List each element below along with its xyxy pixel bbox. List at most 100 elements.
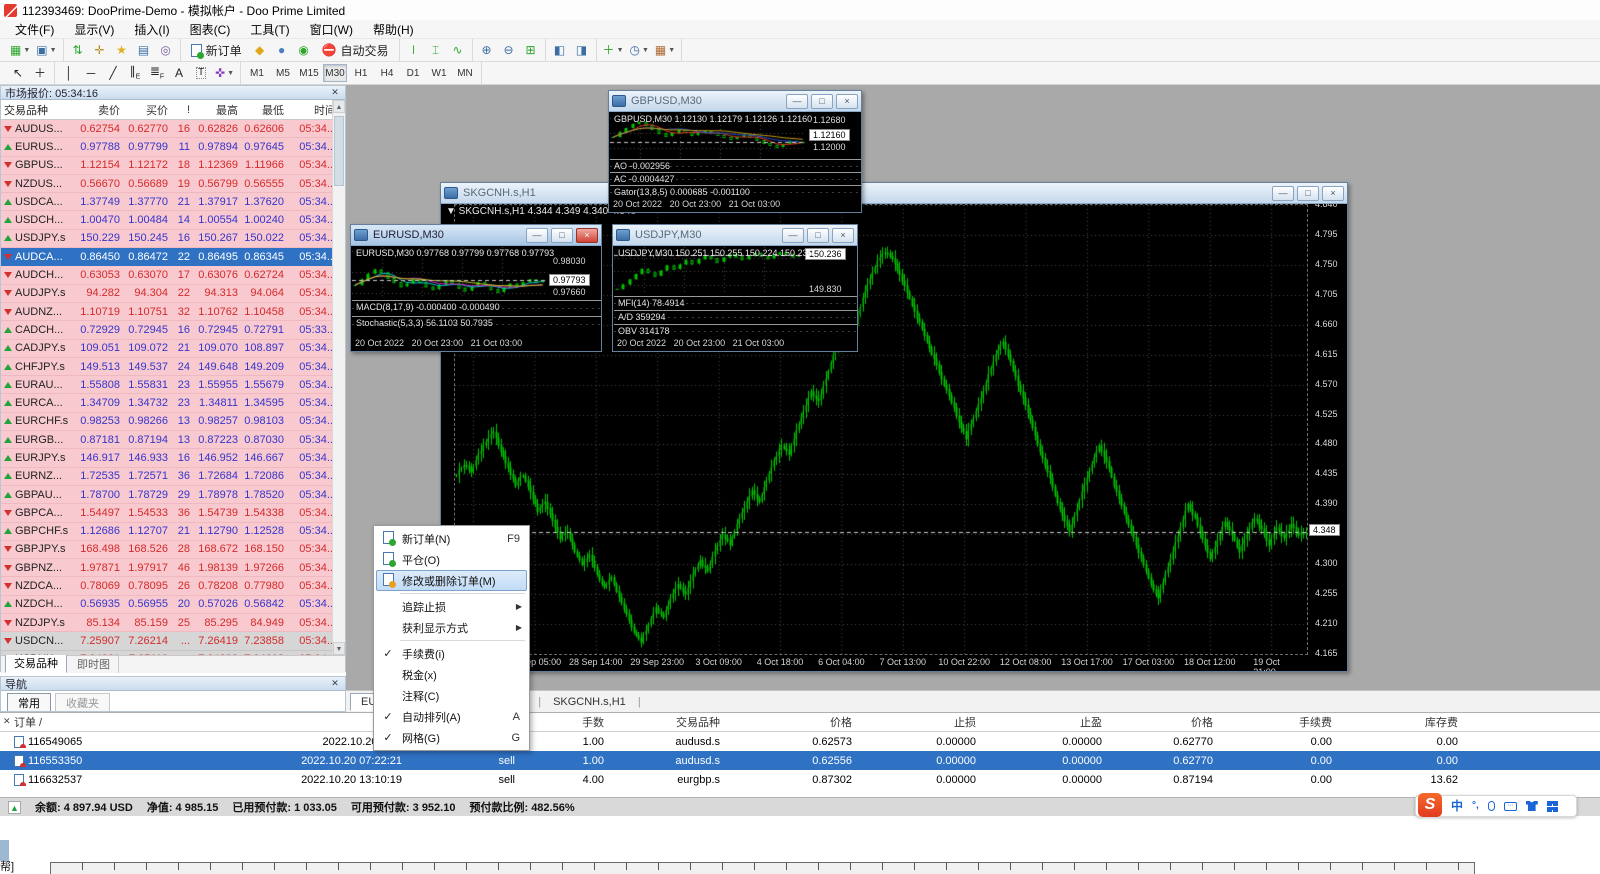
auto-scroll-button[interactable]: ◧ [549, 40, 571, 60]
menu-item-3[interactable]: 图表(C) [181, 20, 240, 39]
mw-col-0[interactable]: 交易品种 [1, 102, 75, 118]
market-watch-row[interactable]: NZDUS... 0.566700.56689 190.56799 0.5655… [1, 175, 345, 193]
context-menu-item[interactable]: ✓ 网格(G) G [376, 727, 527, 748]
market-watch-row[interactable]: AUDCA... 0.864500.86472 220.86495 0.8634… [1, 248, 345, 266]
timeframe-M15[interactable]: M15 [297, 64, 321, 82]
text-label-tool[interactable]: T [190, 63, 212, 83]
signals-button[interactable]: ◉ [293, 40, 315, 60]
orders-col-5[interactable]: 价格 [760, 714, 900, 730]
mw-col-6[interactable]: 时间 [288, 102, 338, 118]
minimize-button[interactable]: — [526, 228, 548, 243]
minimize-button[interactable]: — [782, 228, 804, 243]
skin-icon[interactable] [1526, 801, 1538, 811]
market-watch-row[interactable]: EURCA... 1.347091.34732 231.34811 1.3459… [1, 394, 345, 412]
market-watch-row[interactable]: CADCH... 0.729290.72945 160.72945 0.7279… [1, 321, 345, 339]
scrollbar-thumb[interactable] [334, 116, 344, 186]
tile-windows-button[interactable]: ⊞ [520, 40, 542, 60]
timeframe-W1[interactable]: W1 [427, 64, 451, 82]
close-button[interactable]: × [1322, 186, 1344, 201]
restore-button[interactable]: □ [551, 228, 573, 243]
market-watch-row[interactable]: USDCA... 1.377491.37770 211.37917 1.3762… [1, 193, 345, 211]
window-titlebar[interactable]: GBPUSD,M30 — □ × [609, 91, 861, 112]
orders-col-7[interactable]: 止盈 [1028, 714, 1110, 730]
market-watch-row[interactable]: AUDUS... 0.627540.62770 160.62826 0.6260… [1, 120, 345, 138]
indicators-button[interactable]: ＋▼ [600, 40, 627, 60]
timeframe-D1[interactable]: D1 [401, 64, 425, 82]
market-watch-row[interactable]: GBPCA... 1.544971.54533 361.54739 1.5433… [1, 504, 345, 522]
zoom-in-button[interactable]: ⊕ [476, 40, 498, 60]
market-watch-row[interactable]: EURGB... 0.871810.87194 130.87223 0.8703… [1, 431, 345, 449]
scroll-down-icon[interactable]: ▼ [333, 642, 345, 655]
market-watch-row[interactable]: USDHK... 7.848217.85118 7.84898 7.846080… [1, 651, 345, 655]
market-watch-row[interactable]: EURCHF.s 0.982530.98266 130.98257 0.9810… [1, 413, 345, 431]
orders-col-1[interactable]: 时间 [155, 714, 410, 730]
timeframe-M30[interactable]: M30 [323, 64, 347, 82]
market-watch-row[interactable]: EURUS... 0.977880.97799 110.97894 0.9764… [1, 138, 345, 156]
market-watch-row[interactable]: GBPNZ... 1.978711.97917 461.98139 1.9726… [1, 559, 345, 577]
autotrading-button[interactable]: ⛔自动交易 [315, 40, 396, 60]
mw-col-3[interactable]: ! [172, 104, 193, 116]
new-chart-button[interactable]: ▦▼ [7, 40, 33, 60]
trendline-tool[interactable]: ╱ [102, 63, 124, 83]
minimize-button[interactable]: — [1272, 186, 1294, 201]
market-watch-toggle[interactable]: ⇅ [67, 40, 89, 60]
market-watch-row[interactable]: CHFJPY.s 149.513149.537 24149.648 149.20… [1, 358, 345, 376]
mw-tab-交易品种[interactable]: 交易品种 [5, 653, 67, 673]
context-menu-item[interactable]: 注释(C) [376, 685, 527, 706]
window-titlebar[interactable]: USDJPY,M30 — □ × [613, 225, 857, 246]
market-watch-row[interactable]: GBPUS... 1.121541.12172 181.12369 1.1196… [1, 157, 345, 175]
mw-col-5[interactable]: 最低 [242, 102, 288, 118]
timeframe-M1[interactable]: M1 [245, 64, 269, 82]
restore-button[interactable]: □ [807, 228, 829, 243]
market-watch-row[interactable]: GBPCHF.s 1.126861.12707 211.12790 1.1252… [1, 523, 345, 541]
menu-item-6[interactable]: 帮助(H) [364, 20, 423, 39]
market-watch-row[interactable]: EURAU... 1.558081.55831 231.55955 1.5567… [1, 376, 345, 394]
chart-window-gbpusd[interactable]: GBPUSD,M30 — □ × GBPUSD,M30 1.12130 1.12… [608, 90, 862, 213]
order-row[interactable]: 116553350 2022.10.20 07:22:21sell 1.00au… [0, 751, 1600, 770]
close-icon[interactable]: ✕ [329, 87, 341, 98]
new-order-button[interactable]: 新订单 [184, 40, 249, 60]
mw-col-1[interactable]: 卖价 [75, 102, 124, 118]
context-menu-item[interactable]: 追踪止损 ▶ [376, 596, 527, 617]
context-menu-item[interactable]: ✓ 手续费(i) [376, 643, 527, 664]
timeframe-MN[interactable]: MN [453, 64, 477, 82]
market-watch-row[interactable]: EURNZ... 1.725351.72571 361.72684 1.7208… [1, 468, 345, 486]
order-row[interactable]: 116632537 2022.10.20 13:10:19sell 4.00eu… [0, 770, 1600, 789]
context-menu-item[interactable]: 平仓(O) [376, 549, 527, 570]
window-titlebar[interactable]: EURUSD,M30 — □ × [351, 225, 601, 246]
strategy-tester-toggle[interactable]: ◎ [155, 40, 177, 60]
vertical-line-tool[interactable]: │ [58, 63, 80, 83]
context-menu-item[interactable]: 新订单(N) F9 [376, 528, 527, 549]
orders-col-3[interactable]: 手数 [545, 714, 620, 730]
navigator-tab-favorites[interactable]: 收藏夹 [55, 693, 110, 712]
context-menu-item[interactable]: 税金(x) [376, 664, 527, 685]
market-watch-row[interactable]: NZDJPY.s 85.13485.159 2585.295 84.94905:… [1, 614, 345, 632]
metaeditor-button[interactable]: ◆ [249, 40, 271, 60]
periods-button[interactable]: ◷▼ [627, 40, 652, 60]
close-button[interactable]: × [836, 94, 858, 109]
orders-col-10[interactable]: 库存费 [1362, 714, 1490, 730]
order-row[interactable]: 116549065 2022.10.20 07:1 1.00audusd.s 0… [0, 732, 1600, 751]
market-watch-row[interactable]: USDCN... 7.259077.26214 ...7.26419 7.238… [1, 632, 345, 650]
minimize-button[interactable]: — [786, 94, 808, 109]
market-watch-scrollbar[interactable]: ▲ ▼ [332, 100, 345, 655]
menu-item-1[interactable]: 显示(V) [65, 20, 123, 39]
market-watch-row[interactable]: AUDNZ... 1.107191.10751 321.10762 1.1045… [1, 303, 345, 321]
chart-tab-2[interactable]: SKGCNH.s,H1 [543, 694, 636, 710]
context-menu-item[interactable]: 获利显示方式 ▶ [376, 617, 527, 638]
chart-window-usdjpy[interactable]: USDJPY,M30 — □ × USDJPY,M30 150.251 150.… [612, 224, 858, 352]
orders-col-8[interactable]: 价格 [1110, 714, 1235, 730]
scroll-up-icon[interactable]: ▲ [333, 100, 345, 113]
templates-button[interactable]: ▦▼ [652, 40, 678, 60]
orders-col-0[interactable]: 订单 / [0, 714, 155, 730]
context-menu-item[interactable]: ✓ 自动排列(A) A [376, 706, 527, 727]
arrows-tool[interactable]: ✜▼ [212, 63, 237, 83]
menu-item-4[interactable]: 工具(T) [241, 20, 298, 39]
toolbox-icon[interactable] [1547, 801, 1558, 812]
text-tool[interactable]: A [168, 63, 190, 83]
navigator-toggle[interactable]: ★ [111, 40, 133, 60]
line-chart-button[interactable]: ∿ [447, 40, 469, 60]
market-watch-row[interactable]: EURJPY.s 146.917146.933 16146.952 146.66… [1, 449, 345, 467]
market-watch-row[interactable]: USDJPY.s 150.229150.245 16150.267 150.02… [1, 230, 345, 248]
data-window-toggle[interactable]: ✛ [89, 40, 111, 60]
